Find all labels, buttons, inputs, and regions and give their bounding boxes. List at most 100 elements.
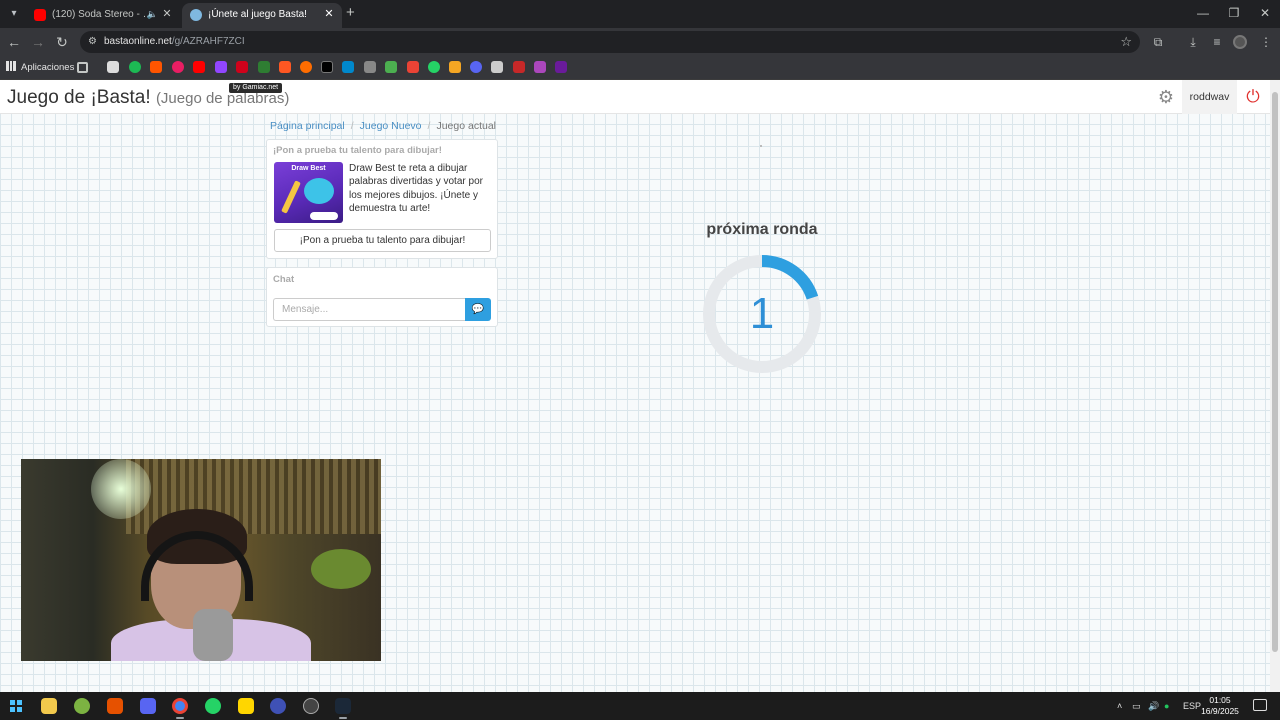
soundcloud-icon[interactable] [150, 61, 162, 73]
page-scrollbar[interactable] [1270, 80, 1280, 692]
site-info-icon[interactable]: ⚙ [88, 34, 100, 50]
promo-button[interactable]: ¡Pon a prueba tu talento para dibujar! [274, 229, 491, 252]
browser-toolbar: ← → ↻ ⚙ bastaonline.net/g/AZRAHF7ZCI ☆ ⧉… [0, 28, 1280, 56]
promo-heading: ¡Pon a prueba tu talento para dibujar! [273, 145, 442, 156]
bookmark-star-orange-icon[interactable] [279, 61, 291, 73]
brave-icon[interactable] [107, 698, 123, 714]
chat-bubble-icon: 💬 [471, 304, 485, 315]
tray-chevron-icon[interactable]: ˄ [1117, 692, 1122, 720]
bookmark-doc-icon[interactable] [491, 61, 503, 73]
browser-tabstrip: ▾ (120) Soda Stereo - Corazón 🔈 ✕ ¡Únete… [0, 0, 1280, 28]
bookmark-blue-icon[interactable] [342, 61, 354, 73]
forward-icon[interactable]: → [28, 32, 48, 52]
notification-icon[interactable] [1253, 699, 1267, 711]
bookmark-yellow-icon[interactable] [449, 61, 461, 73]
apps-grid-icon [6, 61, 16, 71]
bookmark-icon[interactable] [107, 61, 119, 73]
active-app-indicator [339, 717, 347, 719]
sticky-notes-icon[interactable] [238, 698, 254, 714]
extensions-icon[interactable]: ⧉ [1149, 33, 1167, 51]
new-tab-icon[interactable]: + [346, 4, 360, 22]
image-footer [310, 212, 338, 220]
breadcrumb-home-link[interactable]: Página principal [270, 120, 345, 132]
microphone [193, 609, 233, 661]
address-bar[interactable]: ⚙ bastaonline.net/g/AZRAHF7ZCI ☆ [80, 31, 1140, 53]
close-tab-icon[interactable]: ✕ [322, 3, 336, 26]
browser-tab-youtube[interactable]: (120) Soda Stereo - Corazón 🔈 ✕ [26, 3, 180, 28]
close-window-icon[interactable]: ✕ [1250, 4, 1280, 22]
start-icon[interactable] [10, 700, 22, 712]
lamp-glow [91, 459, 151, 519]
bookmark-purple-icon[interactable] [534, 61, 546, 73]
status-dot-icon[interactable]: ● [1164, 692, 1169, 720]
tab-title: ¡Únete al juego Basta! [208, 9, 307, 20]
power-icon[interactable]: ⏻ [1243, 87, 1263, 107]
music-icon[interactable] [172, 61, 184, 73]
plant [311, 549, 371, 589]
app-circle-icon[interactable] [303, 698, 319, 714]
discord-icon[interactable] [470, 61, 482, 73]
restore-icon[interactable]: ❐ [1219, 4, 1249, 22]
gear-icon[interactable]: ⚙ [1156, 87, 1176, 107]
draw-best-label: Draw Best [291, 165, 326, 172]
app-green-icon[interactable] [74, 698, 90, 714]
draw-best-image[interactable]: Draw Best [274, 162, 343, 223]
file-explorer-icon[interactable] [41, 698, 57, 714]
bookmark-darkred-icon[interactable] [513, 61, 525, 73]
brush-icon [281, 180, 301, 214]
minimize-icon[interactable]: — [1188, 4, 1218, 22]
bookmark-apps[interactable]: Aplicaciones [6, 60, 74, 76]
system-clock[interactable]: 01:05 16/9/2025 [1195, 695, 1245, 717]
bookmark-star-icon[interactable]: ☆ [1120, 33, 1132, 51]
gmail-icon[interactable] [407, 61, 419, 73]
page-canvas: Juego de ¡Basta! (Juego de palabras) by … [0, 80, 1270, 692]
discord-taskbar-icon[interactable] [140, 698, 156, 714]
send-message-button[interactable]: 💬 [465, 298, 491, 321]
bookmark-red-icon[interactable] [236, 61, 248, 73]
breadcrumb-new-game-link[interactable]: Juego Nuevo [360, 120, 422, 132]
url-text[interactable]: bastaonline.net/g/AZRAHF7ZCI [104, 31, 245, 53]
whatsapp-icon[interactable] [428, 61, 440, 73]
grid-icon[interactable] [77, 62, 88, 73]
youtube-bookmark-icon[interactable] [193, 61, 205, 73]
twitch-icon[interactable] [215, 61, 227, 73]
network-icon[interactable]: ▭ [1132, 692, 1141, 720]
chat-panel: Chat 💬 [266, 267, 498, 327]
close-tab-icon[interactable]: ✕ [160, 3, 174, 26]
promo-panel: ¡Pon a prueba tu talento para dibujar! D… [266, 139, 498, 259]
burst-shape [304, 178, 334, 204]
steam-icon[interactable] [335, 698, 351, 714]
decorative-dot [760, 145, 762, 147]
chat-message-input[interactable] [273, 298, 465, 321]
obs-icon[interactable] [270, 698, 286, 714]
username-button[interactable]: roddwav [1182, 80, 1237, 114]
download-icon[interactable]: ⤓ [1184, 33, 1202, 51]
bookmark-gray-icon[interactable] [364, 61, 376, 73]
reload-icon[interactable]: ↻ [52, 32, 72, 52]
menu-icon[interactable]: ⋮ [1257, 33, 1275, 51]
bookmark-v-icon[interactable] [555, 61, 567, 73]
active-app-indicator [176, 717, 184, 719]
bookmark-orange-icon[interactable] [300, 61, 312, 73]
x-twitter-icon[interactable] [321, 61, 333, 73]
whatsapp-taskbar-icon[interactable] [205, 698, 221, 714]
browser-tab-basta[interactable]: ¡Únete al juego Basta! ✕ [182, 3, 342, 28]
youtube-icon [34, 9, 46, 21]
maps-icon[interactable] [385, 61, 397, 73]
breadcrumb: Página principal / Juego Nuevo / Juego actua… [270, 120, 496, 132]
profile-avatar[interactable] [1233, 35, 1247, 49]
tab-search-icon[interactable]: ▾ [4, 4, 24, 24]
volume-icon[interactable]: 🔊 [1148, 692, 1159, 720]
countdown-number: 1 [749, 289, 775, 338]
breadcrumb-separator: / [427, 120, 431, 132]
back-icon[interactable]: ← [4, 32, 24, 52]
chrome-icon[interactable] [172, 698, 188, 714]
spotify-icon[interactable] [129, 61, 141, 73]
bookmark-green-icon[interactable] [258, 61, 270, 73]
gamiac-badge[interactable]: by Gamiac.net [229, 83, 283, 93]
chat-heading: Chat [273, 274, 295, 285]
scrollbar-thumb[interactable] [1272, 92, 1278, 652]
windows-taskbar: ˄ ▭ 🔊 ● ESP 01:05 16/9/2025 [0, 692, 1280, 720]
speaker-icon[interactable]: 🔈 [147, 3, 158, 26]
media-icon[interactable]: ≡ [1208, 33, 1226, 51]
